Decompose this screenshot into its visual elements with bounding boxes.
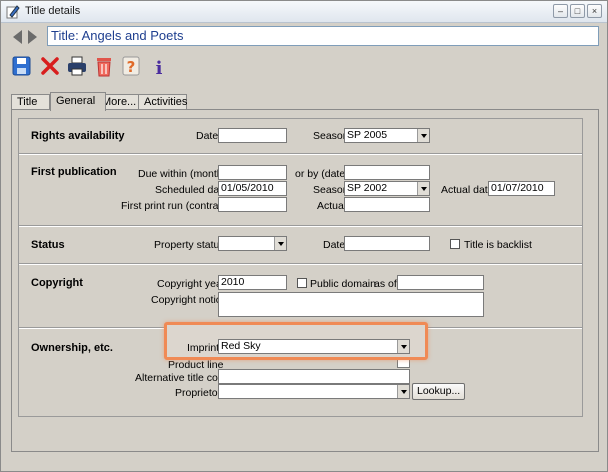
chevron-down-icon[interactable] xyxy=(417,129,429,142)
public-domain-checkbox[interactable] xyxy=(297,278,307,288)
copyright-year-input[interactable]: 2010 xyxy=(218,275,287,290)
separator xyxy=(19,225,582,227)
rights-date-label: Date xyxy=(196,130,219,142)
chevron-down-icon[interactable] xyxy=(417,182,429,195)
forward-arrow-icon[interactable] xyxy=(28,30,37,44)
minimize-button[interactable]: – xyxy=(553,4,568,18)
section-ownership: Ownership, etc. xyxy=(31,342,113,354)
status-date-input[interactable] xyxy=(344,236,430,251)
title-details-window: Title details – □ × Title: Angels and Po… xyxy=(0,0,608,472)
svg-text:i: i xyxy=(156,58,163,78)
as-of-label: as of xyxy=(374,278,397,290)
copyright-year-label: Copyright year xyxy=(157,278,226,290)
alternative-title-code-label: Alternative title code xyxy=(135,372,230,384)
actual-date-label: Actual date xyxy=(441,184,494,196)
close-button[interactable]: × xyxy=(587,4,602,18)
tab-general[interactable]: General xyxy=(50,92,106,111)
alternative-title-code-input[interactable] xyxy=(218,369,410,384)
section-first-publication: First publication xyxy=(31,166,117,178)
first-pub-season-value: SP 2002 xyxy=(347,182,388,194)
app-icon xyxy=(6,5,20,19)
proprietor-select[interactable] xyxy=(218,384,410,399)
due-within-input[interactable] xyxy=(218,165,287,180)
backlist-label: Title is backlist xyxy=(464,239,532,251)
separator xyxy=(19,153,582,155)
first-pub-season-select[interactable]: SP 2002 xyxy=(344,181,430,196)
tab-activities[interactable]: Activities xyxy=(138,94,187,110)
title-header-field: Title: Angels and Poets xyxy=(47,26,599,46)
chevron-down-icon[interactable] xyxy=(274,237,286,250)
as-of-input[interactable] xyxy=(397,275,484,290)
title-bar: Title details – □ × xyxy=(1,1,607,23)
print-icon[interactable] xyxy=(66,54,88,78)
separator xyxy=(19,263,582,265)
imprint-select[interactable]: Red Sky xyxy=(218,339,410,354)
lookup-button[interactable]: Lookup... xyxy=(412,383,466,400)
info-icon[interactable]: i xyxy=(148,54,170,78)
copyright-notice-textarea[interactable] xyxy=(218,292,484,317)
section-status: Status xyxy=(31,239,65,251)
rights-season-value: SP 2005 xyxy=(347,129,388,141)
imprint-label: Imprint xyxy=(187,342,220,354)
scheduled-date-input[interactable]: 01/05/2010 xyxy=(218,181,287,196)
property-status-label: Property status xyxy=(154,239,225,251)
maximize-button[interactable]: □ xyxy=(570,4,585,18)
trash-icon[interactable] xyxy=(93,54,115,78)
chevron-down-icon[interactable] xyxy=(397,340,409,353)
actual-print-run-label: Actual xyxy=(317,200,347,212)
first-print-run-label: First print run (contract) xyxy=(121,200,231,212)
section-copyright: Copyright xyxy=(31,277,83,289)
rights-season-select[interactable]: SP 2005 xyxy=(344,128,430,143)
or-by-date-label: or by (date) xyxy=(295,168,349,180)
backlist-checkbox[interactable] xyxy=(450,239,460,249)
help-icon[interactable]: ? xyxy=(120,54,142,78)
delete-icon[interactable] xyxy=(39,54,61,78)
chevron-down-icon[interactable] xyxy=(397,385,409,398)
actual-print-run-input[interactable] xyxy=(344,197,430,212)
window-title: Title details xyxy=(25,5,81,17)
status-date-label: Date xyxy=(323,239,346,251)
imprint-value: Red Sky xyxy=(221,340,261,352)
tab-title[interactable]: Title xyxy=(11,94,50,110)
back-arrow-icon[interactable] xyxy=(13,30,22,44)
product-line-label: Product line xyxy=(168,359,224,371)
first-print-run-input[interactable] xyxy=(218,197,287,212)
rights-date-input[interactable] xyxy=(218,128,287,143)
public-domain-label: Public domain xyxy=(310,278,376,290)
actual-date-input[interactable]: 01/07/2010 xyxy=(488,181,555,196)
svg-text:?: ? xyxy=(127,58,136,76)
or-by-date-input[interactable] xyxy=(344,165,430,180)
save-icon[interactable] xyxy=(11,54,33,78)
section-rights-availability: Rights availability xyxy=(31,130,125,142)
property-status-select[interactable] xyxy=(218,236,287,251)
proprietor-label: Proprietor xyxy=(175,387,222,399)
copyright-notice-label: Copyright notice xyxy=(151,294,227,306)
